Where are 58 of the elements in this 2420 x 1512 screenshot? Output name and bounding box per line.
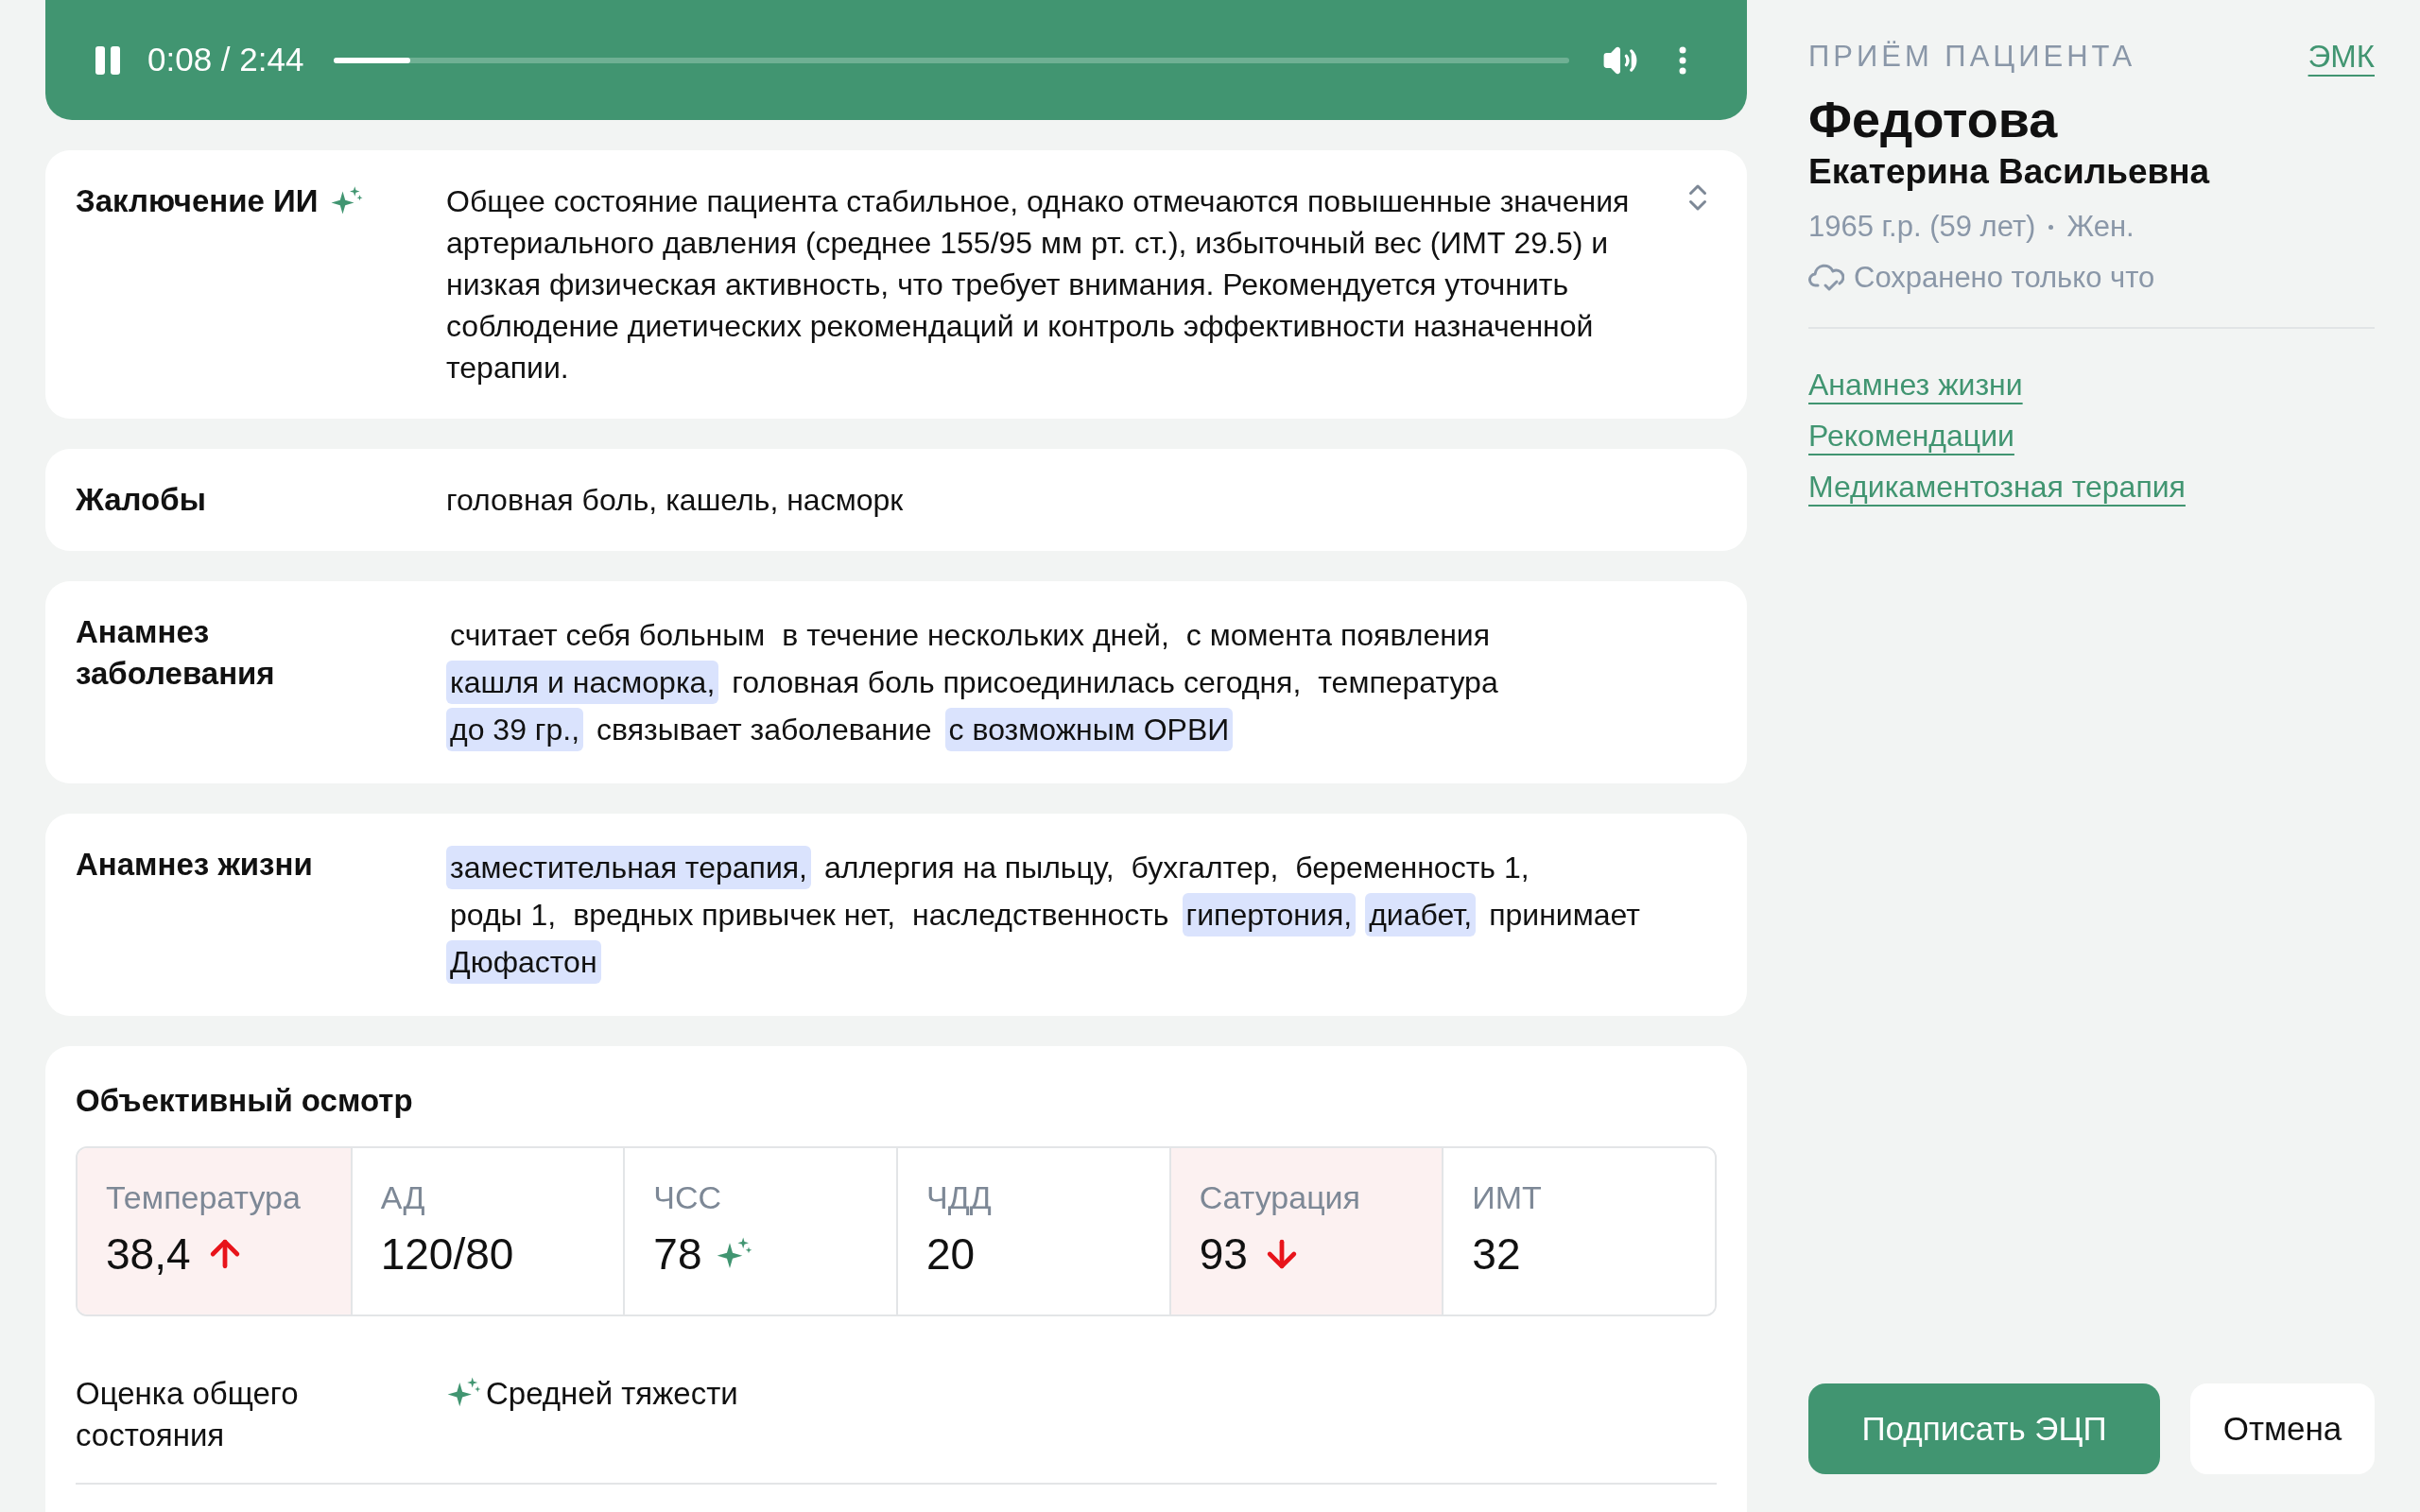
section-text: Общее состояние пациента стабильное, однако отмечаются повышенные значения артериального давления (среднее 155/95 мм рт. ст.), избыточный вес (ИМТ 29.5) и низкая физическая активность, что требует внимания. Рекомендуется уточнить соблюдение диетических рекомендаций и контроль эффективности назначенной терапии. [446, 183, 1631, 387]
highlighted-term: гипертония, [1182, 893, 1357, 936]
history-text: роды 1, [449, 897, 558, 934]
history-text: считает себя больным [449, 617, 767, 654]
birth-year: 1965 г.р. (59 лет) [1808, 209, 2036, 245]
section-caption: ПРИЁМ ПАЦИЕНТА [1808, 39, 2136, 75]
exam-title: Объективный осмотр [76, 1082, 414, 1120]
cancel-button[interactable]: Отмена [2190, 1383, 2375, 1474]
vital-value: 78 [653, 1228, 702, 1280]
sign-button[interactable]: Подписать ЭЦП [1808, 1383, 2160, 1474]
vital-label: Сатурация [1199, 1178, 1362, 1217]
vital-value: 32 [1472, 1228, 1521, 1280]
highlighted-term: с возможным ОРВИ [944, 708, 1234, 751]
history-text: вредных привычек нет, [572, 897, 897, 934]
section-link[interactable]: Рекомендации [1808, 414, 2014, 457]
highlighted-term: заместительная терапия, [446, 846, 811, 889]
history-text: связывает заболевание [596, 712, 933, 748]
vital-value: 93 [1199, 1228, 1248, 1280]
highlighted-term: до 39 гр., [446, 708, 584, 751]
playback-time: 0:08 / 2:44 [147, 40, 304, 80]
history-text: с момента появления [1184, 617, 1492, 654]
patient-sex: Жен. [2066, 209, 2135, 245]
vital-label: ЧСС [653, 1178, 723, 1217]
progress-track[interactable] [334, 57, 1569, 63]
history-text: головная боль присоединилась сегодня, [731, 664, 1303, 701]
section-label: Анамнез жизни [76, 846, 313, 884]
history-text: беременность 1, [1294, 850, 1530, 886]
more-icon [1679, 45, 1686, 75]
record-link[interactable]: ЭМК [2308, 36, 2375, 77]
vital-value: 120/80 [380, 1228, 514, 1280]
vital-label: ИМТ [1472, 1178, 1543, 1217]
history-text: наследственность [911, 897, 1170, 934]
assessment-value: Средней тяжести [486, 1375, 738, 1413]
history-text: температура [1317, 664, 1499, 701]
section-label: Заключение ИИ [76, 182, 319, 220]
pause-icon [94, 43, 122, 77]
cloud-check-icon [1808, 263, 1844, 293]
highlighted-term: Дюфастон [446, 940, 601, 984]
history-text: принимает [1488, 897, 1641, 934]
save-status: Сохранено только что [1854, 260, 2155, 296]
assessment-label: Оценка общего состояния [76, 1375, 300, 1454]
highlighted-term: диабет, [1365, 893, 1477, 936]
section-label: Анамнез заболевания [76, 613, 276, 693]
vital-label: Температура [106, 1178, 302, 1217]
history-text: бухгалтер, [1130, 850, 1280, 886]
section-link[interactable]: Анамнез жизни [1808, 363, 2023, 406]
section-text: головная боль, кашель, насморк [446, 482, 905, 519]
patient-given-names: Екатерина Васильевна [1808, 151, 2211, 193]
section-label: Жалобы [76, 481, 206, 519]
history-text: аллергия на пыльцу, [822, 850, 1115, 886]
vital-label: АД [380, 1178, 426, 1217]
patient-surname: Федотова [1808, 90, 2059, 149]
vital-label: ЧДД [926, 1178, 993, 1217]
section-link[interactable]: Медикаментозная терапия [1808, 465, 2186, 508]
history-text: в течение нескольких дней, [781, 617, 1170, 654]
vital-value: 20 [926, 1228, 976, 1280]
highlighted-term: кашля и насморка, [446, 661, 719, 704]
vital-value: 38,4 [106, 1228, 191, 1280]
